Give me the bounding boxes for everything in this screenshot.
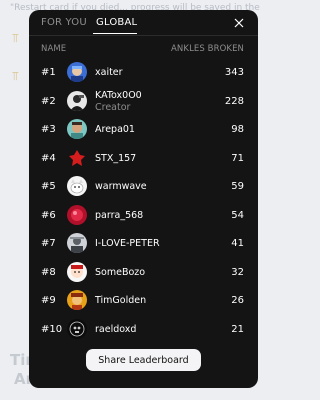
username: I-LOVE-PETER bbox=[95, 238, 160, 249]
tab-divider bbox=[29, 35, 258, 36]
share-leaderboard-button[interactable]: Share Leaderboard bbox=[86, 349, 201, 371]
ankles-broken-count: 26 bbox=[231, 295, 244, 306]
username: xaiter bbox=[95, 67, 123, 78]
ankles-broken-count: 32 bbox=[231, 266, 244, 278]
avatar-red-blob-icon bbox=[67, 204, 87, 225]
ankles-broken-count: 21 bbox=[231, 323, 244, 335]
trophy-icon: ⫪ bbox=[12, 31, 19, 45]
rank-label: #1 bbox=[41, 67, 56, 78]
avatar-blue-face-icon bbox=[67, 62, 87, 82]
ankles-broken-count: 343 bbox=[224, 67, 244, 78]
leaderboard-modal: FOR YOU GLOBAL NAME ANKLES BROKEN #1 xai… bbox=[29, 10, 258, 388]
leaderboard-row[interactable]: #1 xaiter 343 bbox=[29, 58, 258, 87]
ankles-broken-count: 54 bbox=[231, 209, 244, 221]
username: parra_568 bbox=[95, 209, 144, 221]
username: warmwave bbox=[95, 181, 147, 192]
avatar-dark-figure-icon bbox=[67, 90, 87, 111]
avatar-teal-face-icon bbox=[67, 119, 87, 139]
username: KATox0O0 bbox=[95, 89, 142, 101]
leaderboard-row[interactable]: #9 TimGolden 26 bbox=[29, 286, 258, 315]
rank-label: #9 bbox=[41, 295, 56, 306]
rank-label: #4 bbox=[41, 152, 56, 164]
username: Arepa01 bbox=[95, 124, 135, 135]
rank-label: #8 bbox=[41, 266, 56, 278]
username: raeldoxd bbox=[95, 323, 137, 335]
column-header-name: NAME bbox=[41, 44, 67, 54]
ankles-broken-count: 98 bbox=[231, 124, 244, 135]
creator-role-label: Creator bbox=[95, 101, 131, 113]
leaderboard-row[interactable]: #3 Arepa01 98 bbox=[29, 115, 258, 144]
avatar-white-red-face-icon bbox=[67, 261, 87, 282]
column-header-ankles-broken: ANKLES BROKEN bbox=[171, 44, 244, 54]
tab-for-you[interactable]: FOR YOU bbox=[41, 17, 87, 28]
ankles-broken-count: 59 bbox=[231, 181, 244, 192]
rank-label: #2 bbox=[41, 95, 56, 107]
avatar-red-splash-icon bbox=[67, 147, 87, 168]
rank-label: #10 bbox=[41, 323, 63, 335]
username: SomeBozo bbox=[95, 266, 146, 278]
rank-label: #7 bbox=[41, 238, 56, 249]
trophy-icon: ⫪ bbox=[12, 69, 19, 83]
ankles-broken-count: 71 bbox=[231, 152, 244, 164]
rank-label: #5 bbox=[41, 181, 56, 192]
tab-global[interactable]: GLOBAL bbox=[96, 17, 137, 28]
username: TimGolden bbox=[95, 295, 147, 306]
leaderboard-row[interactable]: #8 SomeBozo 32 bbox=[29, 258, 258, 287]
leaderboard-row[interactable]: #10 raeldoxd 21 bbox=[29, 315, 258, 344]
username: STX_157 bbox=[95, 152, 137, 164]
leaderboard-row[interactable]: #5 warmwave 59 bbox=[29, 172, 258, 201]
leaderboard-row[interactable]: #6 parra_568 54 bbox=[29, 201, 258, 230]
close-icon[interactable] bbox=[234, 18, 244, 28]
leaderboard-list: #1 xaiter 343 #2 KATox0O0 Creator 228 #3… bbox=[29, 58, 258, 343]
avatar-gray-figure-icon bbox=[67, 233, 87, 253]
leaderboard-tabs: FOR YOU GLOBAL bbox=[29, 10, 258, 36]
avatar-gold-face-icon bbox=[67, 290, 87, 310]
avatar-black-skull-icon bbox=[67, 318, 87, 339]
leaderboard-row[interactable]: #7 I-LOVE-PETER 41 bbox=[29, 229, 258, 258]
leaderboard-row[interactable]: #2 KATox0O0 Creator 228 bbox=[29, 87, 258, 116]
ankles-broken-count: 41 bbox=[231, 238, 244, 249]
avatar-white-dog-icon bbox=[67, 176, 87, 196]
ankles-broken-count: 228 bbox=[224, 95, 244, 107]
active-tab-indicator bbox=[93, 33, 137, 34]
rank-label: #3 bbox=[41, 124, 56, 135]
rank-label: #6 bbox=[41, 209, 56, 221]
leaderboard-row[interactable]: #4 STX_157 71 bbox=[29, 144, 258, 173]
